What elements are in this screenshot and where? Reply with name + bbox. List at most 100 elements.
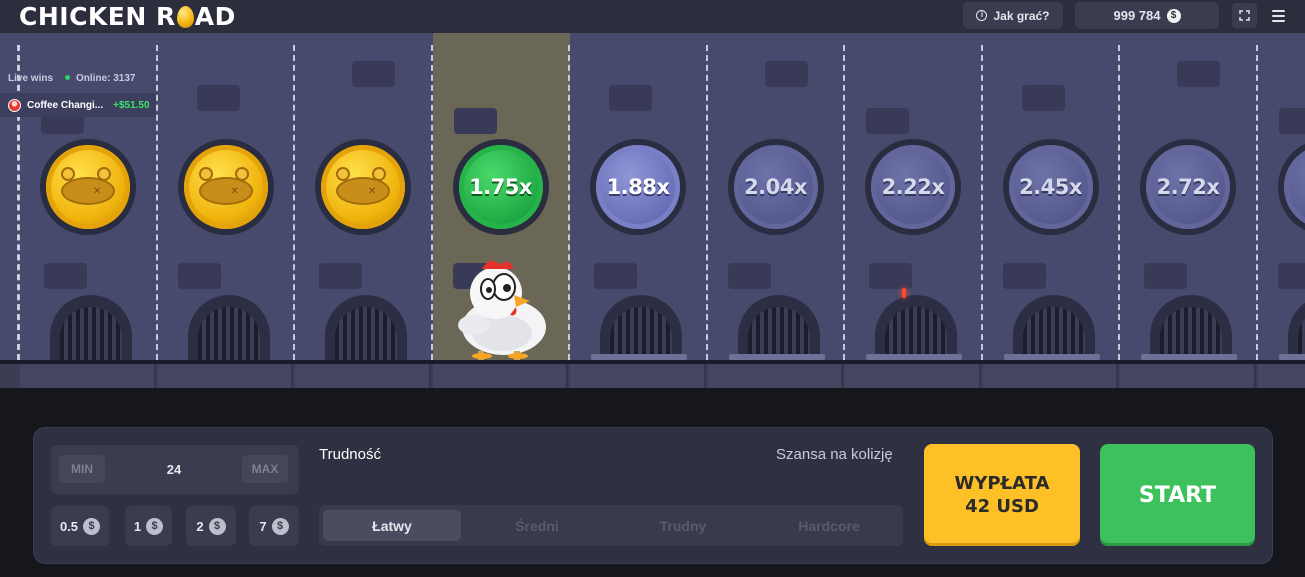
avatar [8,98,21,112]
roast-chicken-coin-icon: ✕ [40,139,136,235]
bet-amount-control: MIN 24 MAX [51,445,299,494]
sidewalk-segment [707,364,843,388]
wall-brick [352,61,395,87]
quick-bet-label: 7 [259,518,267,534]
wall-brick [609,85,652,111]
fullscreen-icon [1239,10,1250,21]
sewer-bars [1022,307,1085,361]
sewer-grate-icon [1150,295,1232,361]
max-bet-button[interactable]: MAX [242,455,288,483]
sewer-grate-icon [875,295,957,361]
sewer-bars [610,307,672,361]
tab-medium[interactable]: Średni [468,510,606,541]
multiplier-value: 3 [1283,145,1305,229]
min-bet-button[interactable]: MIN [59,455,105,483]
multiplier-coin: 1.88x [590,139,686,235]
lane-divider [980,45,983,360]
quick-bet-label: 2 [196,518,204,534]
roast-chicken-icon: ✕ [57,167,119,207]
sewer-grate-icon [1287,295,1305,361]
wall-brick [196,85,240,111]
wall-brick [1277,263,1305,289]
online-dot-icon [65,75,71,80]
online-count: Online: 3137 [76,73,136,84]
wall-brick [1021,85,1065,111]
wall-brick [1144,263,1187,289]
wall-brick [319,263,362,289]
tab-hardcore[interactable]: Hardcore [760,510,898,541]
dollar-coin-icon: $ [1166,8,1181,23]
quick-bet-button[interactable]: 0.5 $ [51,506,109,546]
lane-divider [430,45,433,360]
difficulty-selector: Łatwy Średni Trudny Hardcore [319,505,903,546]
quick-bet-button[interactable]: 2 $ [186,506,236,546]
multiplier-value: 2.04x [733,145,818,229]
lane-divider [843,45,845,360]
bet-amount-input[interactable]: 24 [111,445,237,494]
sidewalk-segment [1120,364,1256,388]
cashout-button[interactable]: WYPŁATA 42 USD [924,444,1080,546]
sidewalk-segment [295,364,431,388]
start-button[interactable]: START [1100,444,1255,546]
lane-divider [705,45,708,360]
roast-chicken-icon: ✕ [332,167,394,207]
lane-divider [293,45,295,360]
multiplier-value: 1.75x [458,145,543,229]
multiplier-value: 2.72x [1146,145,1230,229]
wall-brick [1278,108,1305,134]
tab-hard[interactable]: Trudny [614,510,752,541]
roast-chicken-icon: ✕ [195,167,257,207]
wall-brick [1002,263,1046,289]
difficulty-label: Trudność [319,446,381,463]
chicken-character-icon [458,260,546,360]
wall-brick [44,263,87,289]
coin-face: ✕ [46,145,130,229]
balance-display: 999 784 $ [1075,2,1219,29]
multiplier-coin: 2.04x [727,139,824,235]
sidewalk-segment [1257,364,1305,388]
sewer-bars [335,307,397,361]
sewer-bars [197,307,260,361]
golden-egg-icon [176,6,194,28]
quick-bet-button[interactable]: 1 $ [125,506,172,546]
wall-brick [453,108,497,134]
sewer-grate-icon [600,295,682,361]
quick-bet-label: 1 [133,518,142,534]
how-to-play-label: Jak grać? [993,8,1050,23]
multiplier-value: 2.22x [871,145,955,229]
sidewalk-segment [570,364,706,388]
coin-face: ✕ [183,145,268,229]
sewer-bars [1297,307,1305,361]
wall-brick [594,263,637,289]
wall-brick [869,263,912,289]
quick-bet-label: 0.5 [59,518,79,534]
sidewalk-segment [982,364,1118,388]
dollar-coin-icon: $ [208,517,226,535]
multiplier-value: 2.45x [1008,145,1093,229]
how-to-play-button[interactable]: i Jak grać? [963,2,1063,29]
sidewalk-segment [845,364,981,388]
tab-easy[interactable]: Łatwy [323,510,461,541]
barrier-light-icon [902,288,906,298]
cashout-label: WYPŁATA [954,473,1050,494]
sidewalk-segment [157,364,293,388]
sewer-bars [60,307,122,361]
sewer-grate-icon [325,295,407,361]
collision-chance-label: Szansa na kolizję [776,446,893,463]
sewer-grate-icon [737,295,820,361]
wall-brick [764,61,808,87]
live-win-row: Coffee Changi... +$51.50 [0,93,156,117]
menu-button[interactable] [1266,3,1291,28]
quick-bet-button[interactable]: 7 $ [249,506,299,546]
fullscreen-button[interactable] [1232,3,1257,28]
multiplier-coin: 2.72x [1140,139,1236,235]
wall-brick [177,263,221,289]
roast-chicken-coin-icon: ✕ [177,139,274,235]
bet-panel: MIN 24 MAX 0.5 $ 1 $ 2 $ 7 $ Trudność Szansa… [33,427,1273,564]
lane-divider [1118,45,1120,360]
wall-brick [866,108,909,134]
sidewalk-segment [432,364,568,388]
lane-divider [1255,45,1258,360]
multiplier-coin: 2.45x [1002,139,1099,235]
wall-brick [1177,61,1220,87]
